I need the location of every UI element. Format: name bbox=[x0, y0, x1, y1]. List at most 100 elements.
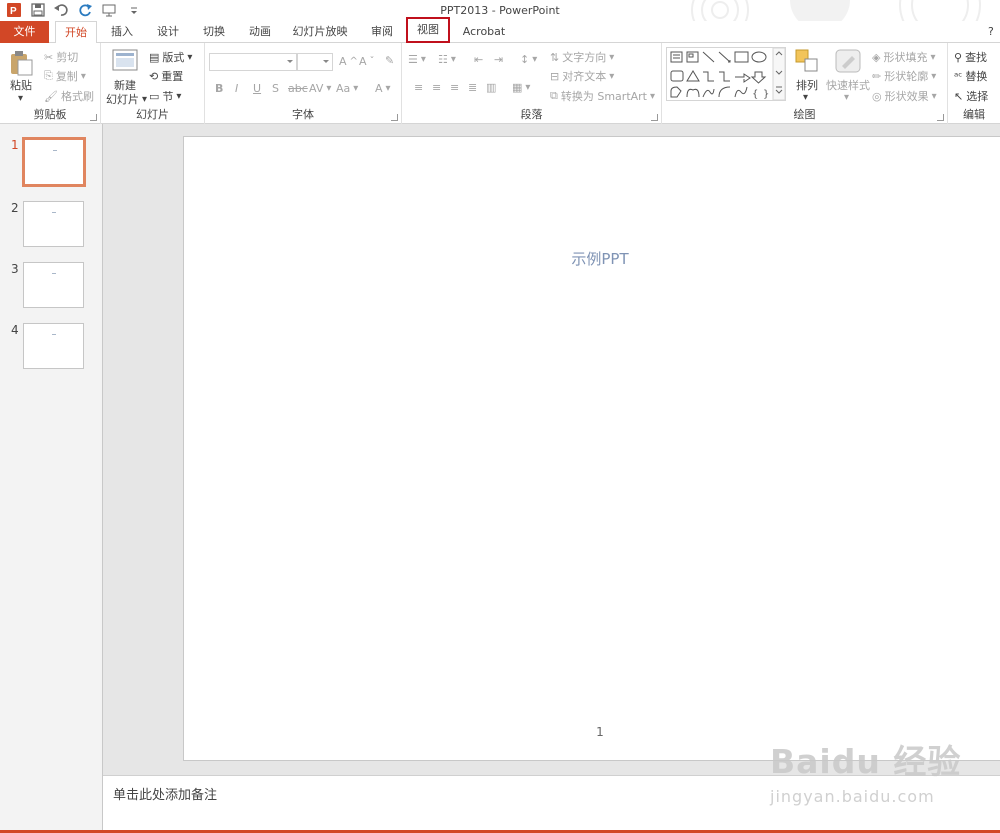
shape-fill-dropdown-icon: ▾ bbox=[930, 51, 936, 63]
char-spacing-label: AV bbox=[309, 82, 324, 95]
section-label: 节 bbox=[162, 90, 174, 103]
section-button[interactable]: ▭ 节 ▾ bbox=[149, 88, 181, 104]
new-slide-button[interactable]: 幻灯片 ▾ bbox=[106, 91, 147, 107]
quick-styles-button[interactable]: 快速样式 bbox=[826, 77, 870, 93]
thumbnail-row[interactable]: 3 bbox=[0, 262, 103, 312]
ribbon: 粘贴 ▾ ✂ 剪切 ⎘ 复制 ▾ 🖌 格式刷 剪贴板 新建 幻灯片 ▾ ▤ 版式 ▾ ⟲ 重置 … bbox=[0, 25, 1000, 124]
shape-outline-dropdown-icon: ▾ bbox=[931, 70, 937, 82]
align-text-dropdown-icon: ▾ bbox=[609, 70, 615, 82]
group-slides: 新建 幻灯片 ▾ ▤ 版式 ▾ ⟲ 重置 ▭ 节 ▾ 幻灯片 bbox=[101, 43, 205, 124]
columns-icon[interactable]: ▦ ▾ bbox=[512, 81, 530, 94]
align-right-icon[interactable]: ≡ bbox=[450, 81, 459, 94]
font-color-label: A bbox=[375, 82, 383, 95]
tab-file[interactable]: 文件 bbox=[0, 21, 49, 43]
align-text-icon: ⊟ bbox=[550, 69, 560, 83]
notes-placeholder[interactable]: 单击此处添加备注 bbox=[113, 784, 217, 803]
select-button[interactable]: ↖ 选择 bbox=[954, 88, 988, 104]
decrease-indent-icon[interactable]: ⇤ bbox=[474, 53, 483, 66]
slide-thumbnail[interactable] bbox=[22, 137, 86, 187]
change-case-button[interactable]: Aa ▾ bbox=[336, 82, 358, 95]
italic-button[interactable]: I bbox=[235, 82, 238, 95]
underline-button[interactable]: U bbox=[253, 82, 261, 95]
shapes-gallery[interactable]: { } bbox=[666, 47, 786, 104]
justify-icon[interactable]: ≣ bbox=[468, 81, 477, 94]
section-icon: ▭ bbox=[149, 89, 160, 103]
layout-button[interactable]: ▤ 版式 ▾ bbox=[149, 49, 192, 65]
tab-view[interactable]: 视图 bbox=[406, 17, 450, 43]
change-case-label: Aa bbox=[336, 82, 351, 95]
reset-button[interactable]: ⟲ 重置 bbox=[149, 68, 183, 84]
font-name-combo[interactable] bbox=[209, 53, 297, 71]
align-text-button[interactable]: ⊟ 对齐文本 ▾ bbox=[550, 68, 614, 84]
group-label-drawing: 绘图 bbox=[793, 108, 816, 121]
font-launcher-icon[interactable] bbox=[391, 114, 398, 121]
format-painter-button[interactable]: 🖌 格式刷 bbox=[44, 88, 94, 104]
align-left-icon[interactable]: ≡ bbox=[414, 81, 423, 94]
distribute-icon[interactable]: ▥ bbox=[486, 81, 496, 94]
clear-format-icon[interactable]: ✎ bbox=[385, 54, 394, 67]
quick-styles-dropdown-icon[interactable]: ▾ bbox=[844, 92, 849, 103]
copy-button[interactable]: ⎘ 复制 ▾ bbox=[44, 68, 86, 84]
binoculars-icon: ⚲ bbox=[954, 50, 963, 64]
group-label-clipboard: 剪贴板 bbox=[33, 108, 67, 121]
replace-label: 替换 bbox=[965, 70, 988, 83]
tab-transitions[interactable]: 切换 bbox=[194, 21, 234, 43]
increase-indent-icon[interactable]: ⇥ bbox=[494, 53, 503, 66]
slide-canvas[interactable]: 示例PPT 1 bbox=[183, 136, 1000, 761]
paste-icon[interactable] bbox=[9, 50, 33, 79]
tab-design[interactable]: 设计 bbox=[148, 21, 188, 43]
bullets-icon[interactable]: ☰ ▾ bbox=[408, 53, 426, 66]
new-slide-icon[interactable] bbox=[112, 49, 140, 78]
smartart-icon: ⧉ bbox=[550, 89, 558, 102]
replace-icon: ᵃᶜ bbox=[954, 69, 963, 83]
slide-thumbnail[interactable] bbox=[23, 323, 84, 369]
tab-slideshow[interactable]: 幻灯片放映 bbox=[287, 21, 353, 43]
grow-font-icon[interactable]: A ^ bbox=[339, 55, 358, 68]
smartart-dropdown-icon: ▾ bbox=[650, 90, 656, 102]
line-spacing-icon[interactable]: ↕ ▾ bbox=[520, 53, 537, 66]
shadow-button[interactable]: S bbox=[272, 82, 279, 95]
shrink-font-icon[interactable]: Aˇ bbox=[359, 55, 375, 68]
copy-dropdown-icon: ▾ bbox=[80, 70, 86, 82]
arrange-icon[interactable] bbox=[795, 49, 821, 78]
font-size-combo[interactable] bbox=[297, 53, 333, 71]
svg-text:{: { bbox=[752, 89, 758, 100]
find-label: 查找 bbox=[965, 51, 988, 64]
cut-button[interactable]: ✂ 剪切 bbox=[44, 49, 78, 65]
text-direction-button[interactable]: ⇅ 文字方向 ▾ bbox=[550, 49, 614, 65]
char-spacing-button[interactable]: AV ▾ bbox=[309, 82, 331, 95]
thumbnail-number: 3 bbox=[11, 262, 19, 276]
tab-review[interactable]: 审阅 bbox=[362, 21, 402, 43]
help-icon[interactable]: ? bbox=[988, 25, 994, 38]
font-color-button[interactable]: A ▾ bbox=[375, 82, 391, 95]
clipboard-launcher-icon[interactable] bbox=[90, 114, 97, 121]
thumbnail-title-mark bbox=[52, 212, 56, 213]
numbering-icon[interactable]: ☷ ▾ bbox=[438, 53, 456, 66]
tab-insert[interactable]: 插入 bbox=[102, 21, 142, 43]
smartart-button[interactable]: ⧉ 转换为 SmartArt ▾ bbox=[550, 88, 655, 104]
quick-styles-icon[interactable] bbox=[835, 49, 861, 78]
find-button[interactable]: ⚲ 查找 bbox=[954, 49, 987, 65]
shape-fill-button[interactable]: ◈ 形状填充 ▾ bbox=[872, 49, 936, 65]
slide-thumbnail[interactable] bbox=[23, 201, 84, 247]
strikethrough-button[interactable]: abc bbox=[288, 82, 308, 95]
paragraph-launcher-icon[interactable] bbox=[651, 114, 658, 121]
shape-effects-button[interactable]: ◎ 形状效果 ▾ bbox=[872, 88, 937, 104]
thumbnail-row[interactable]: 2 bbox=[0, 201, 103, 251]
tab-acrobat[interactable]: Acrobat bbox=[456, 21, 512, 43]
tab-animations[interactable]: 动画 bbox=[240, 21, 280, 43]
drawing-launcher-icon[interactable] bbox=[937, 114, 944, 121]
arrange-button[interactable]: 排列 bbox=[796, 77, 818, 93]
tab-home[interactable]: 开始 bbox=[55, 21, 97, 44]
slide-thumbnail[interactable] bbox=[23, 262, 84, 308]
thumbnail-row[interactable]: 4 bbox=[0, 323, 103, 373]
thumbnail-row[interactable]: 1 bbox=[0, 137, 103, 188]
bold-button[interactable]: B bbox=[215, 82, 223, 95]
align-center-icon[interactable]: ≡ bbox=[432, 81, 441, 94]
paste-button[interactable]: 粘贴 bbox=[10, 77, 32, 93]
slide-title[interactable]: 示例PPT bbox=[184, 248, 1000, 269]
paste-dropdown-icon[interactable]: ▾ bbox=[18, 93, 23, 104]
replace-button[interactable]: ᵃᶜ 替换 bbox=[954, 68, 987, 84]
arrange-dropdown-icon[interactable]: ▾ bbox=[803, 92, 808, 103]
shape-outline-button[interactable]: ✏ 形状轮廓 ▾ bbox=[872, 68, 936, 84]
